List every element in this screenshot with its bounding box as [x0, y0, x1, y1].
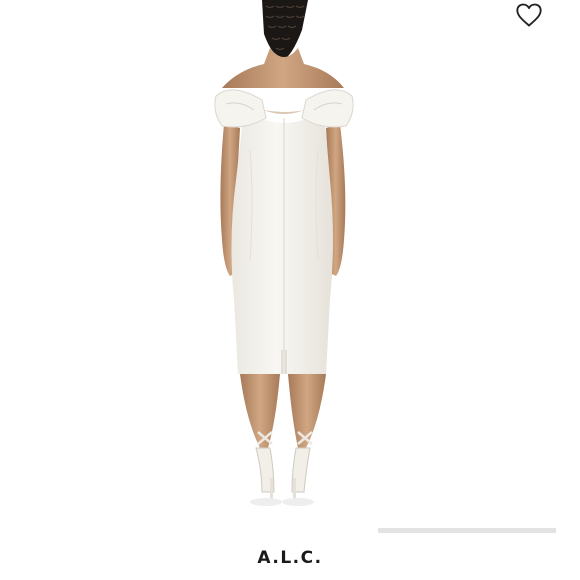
- brand-name[interactable]: A.L.C.: [0, 548, 580, 568]
- wishlist-button[interactable]: [512, 0, 546, 30]
- left-leg: [240, 374, 280, 448]
- product-card[interactable]: A.L.C.: [0, 0, 580, 580]
- right-sleeve: [301, 89, 354, 128]
- product-image[interactable]: [0, 0, 580, 520]
- dress: [231, 110, 333, 374]
- left-sleeve: [214, 89, 267, 128]
- heart-outline-icon: [516, 3, 542, 27]
- image-carousel-scrollbar[interactable]: [378, 528, 556, 533]
